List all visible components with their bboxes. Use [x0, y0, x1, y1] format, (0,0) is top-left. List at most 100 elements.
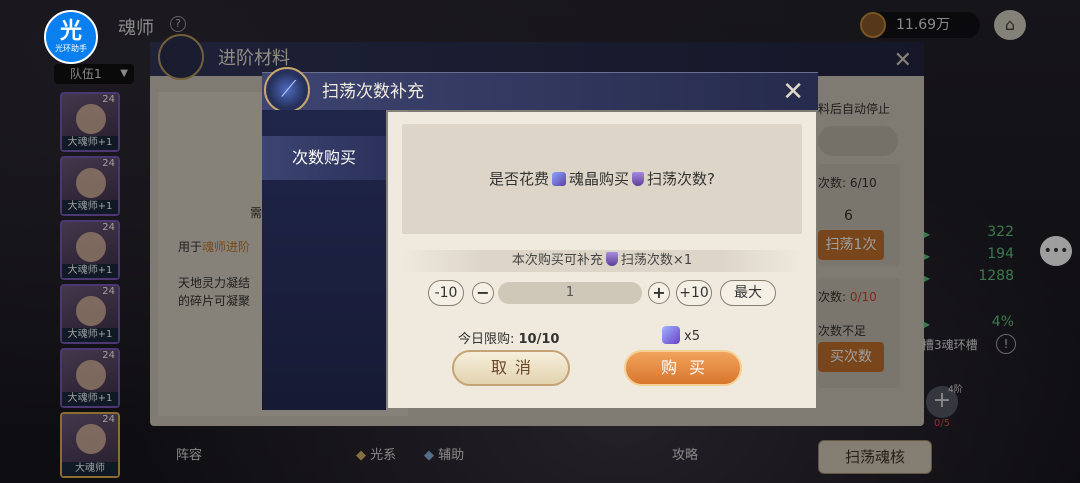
- hero-portrait: [76, 104, 106, 134]
- hero-rank: 大魂师+1: [62, 200, 118, 214]
- max-button[interactable]: 最大: [720, 280, 776, 306]
- hero-card[interactable]: 24 大魂师+1: [60, 284, 120, 344]
- currency-display: 11.69万: [860, 12, 980, 38]
- usage-highlight: 魂师进阶: [202, 240, 251, 254]
- buy-button[interactable]: 购买: [624, 350, 742, 386]
- buy-count-button[interactable]: 买次数: [818, 342, 884, 372]
- sweep-core-button[interactable]: 扫荡魂核: [818, 440, 932, 474]
- close-icon[interactable]: ✕: [894, 48, 912, 73]
- purchase-cost: x5: [662, 326, 700, 344]
- hero-portrait: [76, 168, 106, 198]
- home-icon: ⌂: [1004, 15, 1016, 34]
- logo-caption: 光环助手: [55, 44, 87, 53]
- assist-role-label: 辅助: [438, 448, 465, 463]
- usage-prefix: 用于: [178, 240, 203, 254]
- stat-value: 4%: [991, 314, 1014, 330]
- hero-card-selected[interactable]: 24 大魂师: [60, 412, 120, 478]
- compass-icon: [158, 34, 204, 80]
- home-button[interactable]: ⌂: [994, 10, 1026, 40]
- material-description: 天地灵力凝结 的碎片可凝聚: [178, 274, 250, 310]
- stat-value: 1288: [978, 268, 1014, 284]
- hero-portrait: [76, 360, 106, 390]
- up-arrow-icon: ▶: [924, 320, 931, 329]
- hero-rank: 大魂师+1: [62, 392, 118, 406]
- hero-level: 24: [102, 350, 115, 361]
- hero-level: 24: [102, 222, 115, 233]
- count-label: 次数:: [818, 176, 850, 190]
- refill-text: 本次购买可补充: [511, 253, 603, 268]
- soul-crystal-icon: [552, 172, 567, 186]
- message-text: 是否花费: [489, 170, 550, 188]
- cost-value: x5: [684, 329, 700, 344]
- tab-buy-count[interactable]: 次数购买: [262, 136, 386, 180]
- cancel-button[interactable]: 取消: [452, 350, 570, 386]
- material-need-label: 需: [250, 206, 263, 220]
- message-text: 扫荡次数?: [647, 170, 715, 188]
- material-usage: 用于魂师进阶: [178, 238, 250, 255]
- close-icon[interactable]: ✕: [782, 77, 804, 107]
- team-label: 队伍1: [70, 67, 102, 81]
- assist-role-tag: ◆ 辅助: [424, 444, 464, 463]
- hero-level: 24: [102, 414, 115, 425]
- stat-value: 322: [987, 224, 1014, 240]
- chevron-down-icon: ▼: [120, 68, 128, 79]
- hero-card[interactable]: 24 大魂师+1: [60, 220, 120, 280]
- hero-level: 24: [102, 158, 115, 169]
- hero-card[interactable]: 24 大魂师+1: [60, 348, 120, 408]
- hero-rank: 大魂师+1: [62, 328, 118, 342]
- currency-value: 11.69万: [896, 17, 951, 33]
- soul-ring-slot: 槽3魂环槽: [922, 338, 978, 352]
- coin-icon: [860, 12, 886, 38]
- plus-ten-button[interactable]: +10: [676, 280, 712, 306]
- limit-label: 今日限购:: [458, 332, 519, 347]
- dialog-title: 扫荡次数补充: [322, 82, 424, 102]
- light-element-tag: ◆ 光系: [356, 444, 396, 463]
- minus-ten-button[interactable]: -10: [428, 280, 464, 306]
- hero-rank: 大魂师+1: [62, 136, 118, 150]
- team-select[interactable]: 队伍1 ▼: [54, 64, 134, 84]
- logo-glyph: 光: [59, 19, 82, 44]
- auto-stop-text: 料后自动停止: [818, 102, 891, 116]
- rank-label: 4阶: [948, 385, 963, 395]
- lineup-button[interactable]: 阵容: [176, 444, 202, 463]
- refill-info: 本次购买可补充 扫荡次数×1: [402, 250, 802, 272]
- hero-level: 24: [102, 286, 115, 297]
- sweep-cost: 6: [844, 208, 853, 224]
- description-line: 的碎片可凝聚: [178, 294, 251, 308]
- hero-portrait: [76, 296, 106, 326]
- count-value: 6/10: [849, 176, 877, 190]
- confirm-message: 是否花费 魂晶购买 扫荡次数?: [402, 124, 802, 234]
- guide-button[interactable]: 攻略: [672, 444, 698, 463]
- diamond-icon: ◆: [424, 448, 434, 463]
- slot-count: 0/5: [934, 418, 951, 429]
- chat-bubble-icon[interactable]: •••: [1040, 236, 1072, 266]
- hero-level: 24: [102, 94, 115, 105]
- app-logo[interactable]: 光 光环助手: [44, 10, 98, 64]
- dialog-sidebar: 次数购买: [262, 110, 386, 410]
- stat-value: 194: [987, 246, 1014, 262]
- advance-panel-header: 进阶材料: [150, 42, 924, 76]
- dialog-content: 是否花费 魂晶购买 扫荡次数? 本次购买可补充 扫荡次数×1 -10 − 1 + +1…: [388, 112, 816, 408]
- count-label: 次数:: [818, 290, 850, 304]
- info-icon[interactable]: !: [996, 334, 1016, 354]
- auto-stop-toggle[interactable]: [818, 126, 898, 156]
- limit-value: 10/10: [518, 332, 560, 347]
- sweep-refill-dialog: ⟋ 扫荡次数补充 ✕ 次数购买 是否花费 魂晶购买 扫荡次数? 本次购买可补充 扫荡次…: [262, 67, 818, 410]
- quantity-input[interactable]: 1: [498, 282, 642, 304]
- page-title: 魂师: [118, 18, 154, 39]
- hero-card[interactable]: 24 大魂师+1: [60, 156, 120, 216]
- up-arrow-icon: ▶: [924, 252, 931, 261]
- count-value: 0/10: [849, 290, 877, 304]
- dialog-header: ⟋ 扫荡次数补充 ✕: [262, 67, 818, 113]
- refill-text: 扫荡次数×1: [620, 253, 693, 268]
- hero-portrait: [76, 424, 106, 454]
- sweep-once-button[interactable]: 扫荡1次: [818, 230, 884, 260]
- sweep-count: 次数: 6/10: [818, 174, 877, 191]
- hero-rank: 大魂师: [62, 462, 118, 476]
- help-icon[interactable]: ?: [170, 16, 186, 32]
- hero-card[interactable]: 24 大魂师+1: [60, 92, 120, 152]
- soul-crystal-icon: [662, 326, 680, 344]
- minus-button[interactable]: −: [472, 282, 494, 304]
- not-enough-text: 次数不足: [818, 324, 867, 338]
- plus-button[interactable]: +: [648, 282, 670, 304]
